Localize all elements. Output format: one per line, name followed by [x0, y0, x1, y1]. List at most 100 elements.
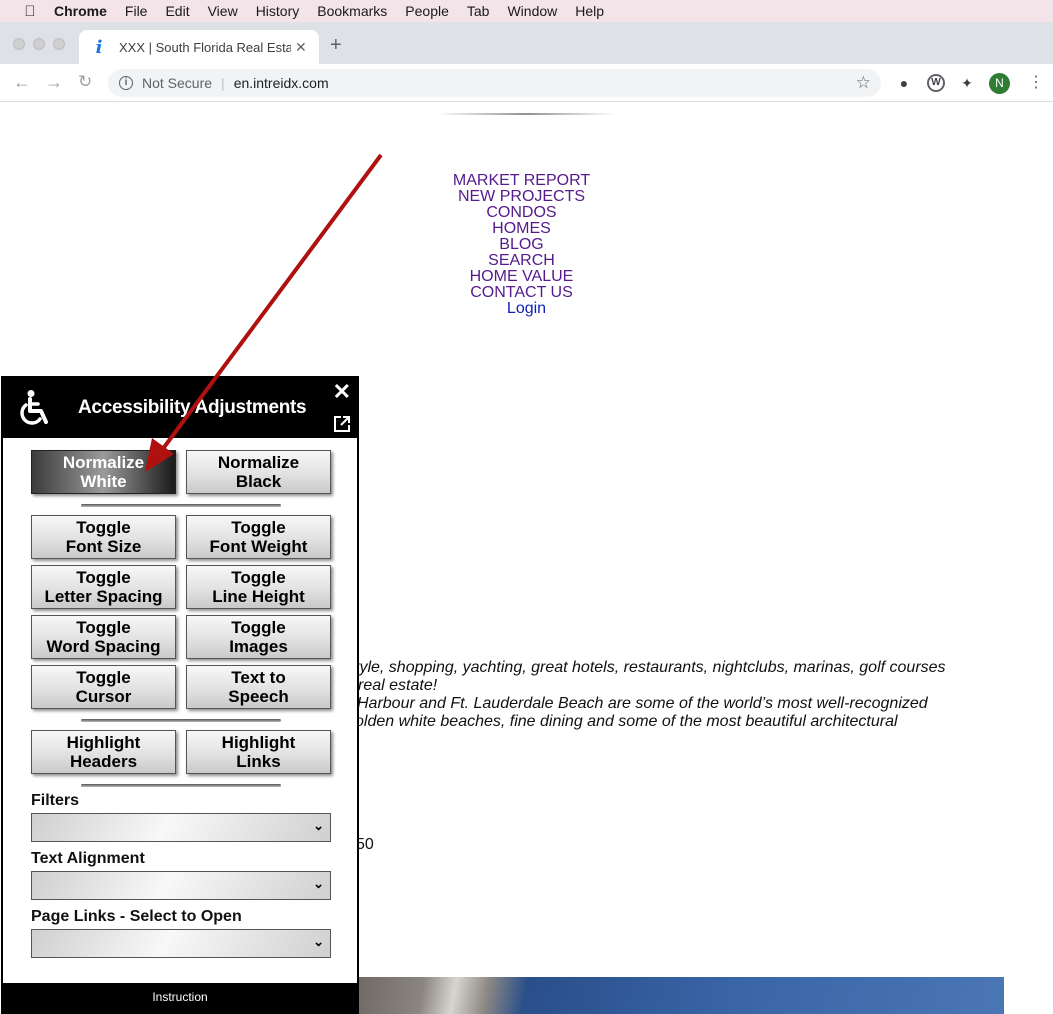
intro-line-4: olden white beaches, fine dining and som…: [355, 713, 898, 730]
button-line: Normalize: [217, 453, 300, 472]
menu-window[interactable]: Window: [507, 3, 557, 19]
button-line: White: [80, 472, 127, 491]
nav-blog[interactable]: BLOG: [400, 237, 643, 253]
instruction-link[interactable]: Instruction: [3, 983, 357, 1012]
mac-menubar:  Chrome File Edit View History Bookmark…: [0, 0, 1053, 22]
menu-help[interactable]: Help: [575, 3, 604, 19]
toggle-line-height-button[interactable]: Toggle Line Height: [186, 565, 331, 609]
nav-search[interactable]: SEARCH: [400, 253, 643, 269]
nav-market-report[interactable]: MARKET REPORT: [400, 173, 643, 189]
button-line: Cursor: [75, 687, 132, 706]
kebab-menu-icon[interactable]: ⋮: [1028, 72, 1044, 92]
normalize-white-button[interactable]: Normalize White: [31, 450, 176, 494]
button-line: Toggle: [231, 568, 286, 587]
menu-edit[interactable]: Edit: [165, 3, 189, 19]
nav-new-projects[interactable]: NEW PROJECTS: [400, 189, 643, 205]
accessibility-panel: Accessibility Adjustments ✕ Normalize Wh…: [1, 376, 359, 1014]
url-text[interactable]: en.intreidx.com: [234, 75, 329, 91]
address-bar[interactable]: i Not Secure | en.intreidx.com ☆: [108, 69, 881, 97]
panel-divider: [81, 719, 281, 722]
new-tab-plus-icon[interactable]: +: [330, 34, 342, 57]
highlight-links-button[interactable]: Highlight Links: [186, 730, 331, 774]
button-line: Speech: [228, 687, 289, 706]
tab-close-icon[interactable]: ✕: [295, 39, 307, 56]
toggle-font-size-button[interactable]: Toggle Font Size: [31, 515, 176, 559]
button-line: Images: [229, 637, 288, 656]
highlight-headers-button[interactable]: Highlight Headers: [31, 730, 176, 774]
button-line: Toggle: [76, 618, 131, 637]
text-alignment-label: Text Alignment: [31, 850, 145, 867]
nav-contact-us[interactable]: CONTACT US: [400, 285, 643, 301]
chevron-down-icon: ⌄: [313, 818, 324, 833]
tab-title: XXX | South Florida Real Estate: [119, 39, 291, 55]
toggle-images-button[interactable]: Toggle Images: [186, 615, 331, 659]
site-nav: MARKET REPORT NEW PROJECTS CONDOS HOMES …: [400, 173, 643, 317]
nav-home-value[interactable]: HOME VALUE: [400, 269, 643, 285]
menu-tab[interactable]: Tab: [467, 3, 490, 19]
text-to-speech-button[interactable]: Text to Speech: [186, 665, 331, 709]
panel-title: Accessibility Adjustments: [78, 397, 307, 418]
button-line: Text to: [231, 668, 286, 687]
button-line: Toggle: [76, 568, 131, 587]
toggle-font-weight-button[interactable]: Toggle Font Weight: [186, 515, 331, 559]
normalize-black-button[interactable]: Normalize Black: [186, 450, 331, 494]
window-zoom-dot[interactable]: [53, 38, 65, 50]
panel-divider: [81, 504, 281, 507]
button-line: Normalize: [62, 453, 145, 472]
logo-divider: [437, 113, 615, 115]
menu-chrome[interactable]: Chrome: [54, 3, 107, 19]
menu-view[interactable]: View: [208, 3, 238, 19]
intro-line-2: real estate!: [358, 677, 438, 694]
profile-avatar[interactable]: N: [989, 73, 1010, 94]
filters-select[interactable]: ⌄: [31, 813, 331, 842]
window-minimize-dot[interactable]: [33, 38, 45, 50]
nav-condos[interactable]: CONDOS: [400, 205, 643, 221]
wordpress-extension-icon[interactable]: W: [927, 74, 945, 92]
button-line: Toggle: [231, 518, 286, 537]
menu-people[interactable]: People: [405, 3, 449, 19]
window-close-dot[interactable]: [13, 38, 25, 50]
panel-header: Accessibility Adjustments ✕: [3, 378, 357, 438]
button-line: Highlight: [221, 733, 296, 752]
toggle-cursor-button[interactable]: Toggle Cursor: [31, 665, 176, 709]
button-line: Links: [236, 752, 281, 771]
not-secure-label: Not Secure: [142, 75, 213, 91]
page-links-label: Page Links - Select to Open: [31, 908, 242, 925]
forward-arrow-icon[interactable]: →: [45, 72, 63, 93]
hero-image: [359, 977, 1004, 1014]
button-line: Headers: [69, 752, 138, 771]
menu-bookmarks[interactable]: Bookmarks: [317, 3, 387, 19]
chat-extension-icon[interactable]: ●: [895, 74, 913, 92]
apple-icon[interactable]: : [20, 3, 40, 20]
button-line: Font Weight: [209, 537, 308, 556]
page-links-select[interactable]: ⌄: [31, 929, 331, 958]
reload-icon[interactable]: ↻: [78, 72, 92, 92]
text-alignment-select[interactable]: ⌄: [31, 871, 331, 900]
button-line: Font Size: [65, 537, 142, 556]
wheelchair-icon: [20, 390, 48, 425]
nav-homes[interactable]: HOMES: [400, 221, 643, 237]
button-line: Toggle: [76, 518, 131, 537]
button-line: Toggle: [76, 668, 131, 687]
nav-login[interactable]: Login: [400, 301, 643, 317]
external-link-icon[interactable]: [333, 415, 351, 433]
browser-tab[interactable]: i XXX | South Florida Real Estate ✕: [79, 30, 319, 64]
button-line: Black: [235, 472, 282, 491]
intro-line-3: Harbour and Ft. Lauderdale Beach are som…: [357, 695, 928, 712]
browser-toolbar: ← → ↻ i Not Secure | en.intreidx.com ☆ ●…: [0, 64, 1053, 102]
info-icon[interactable]: i: [119, 76, 133, 90]
toggle-word-spacing-button[interactable]: Toggle Word Spacing: [31, 615, 176, 659]
chevron-down-icon: ⌄: [313, 876, 324, 891]
button-line: Letter Spacing: [44, 587, 163, 606]
back-arrow-icon[interactable]: ←: [13, 72, 31, 93]
panel-divider: [81, 784, 281, 787]
bookmark-star-icon[interactable]: ☆: [856, 73, 871, 93]
menu-history[interactable]: History: [256, 3, 300, 19]
button-line: Highlight: [66, 733, 141, 752]
close-icon[interactable]: ✕: [333, 381, 351, 403]
button-line: Word Spacing: [46, 637, 161, 656]
menu-file[interactable]: File: [125, 3, 148, 19]
toggle-letter-spacing-button[interactable]: Toggle Letter Spacing: [31, 565, 176, 609]
omnibox-separator: |: [221, 75, 225, 91]
puzzle-extensions-icon[interactable]: ✦: [958, 74, 976, 92]
